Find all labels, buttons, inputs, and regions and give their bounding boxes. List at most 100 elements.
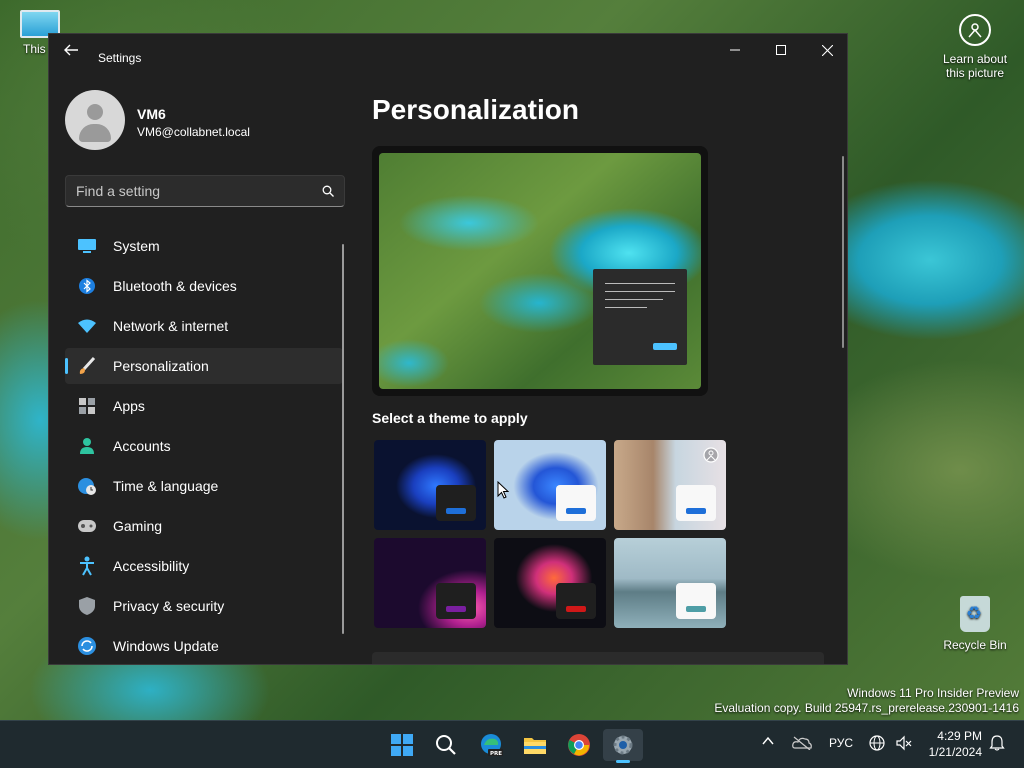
watermark-line-2: Evaluation copy. Build 25947.rs_prerelea… (714, 701, 1019, 715)
theme-windows-light[interactable] (494, 440, 606, 530)
apps-icon (77, 396, 97, 416)
sidebar-item-time-language[interactable]: Time & language (65, 468, 343, 504)
sidebar-item-personalization[interactable]: Personalization (65, 348, 343, 384)
edge-pre-icon: PRE (481, 734, 503, 757)
learn-about-picture-label: Learn about this picture (942, 52, 1008, 80)
back-arrow-icon[interactable] (63, 43, 79, 57)
window-title: Settings (98, 51, 142, 65)
avatar[interactable] (65, 90, 125, 150)
globe-clock-icon (77, 476, 97, 496)
network-globe-icon[interactable] (869, 735, 885, 754)
svg-text:PRE: PRE (490, 751, 502, 757)
theme-flow[interactable] (614, 538, 726, 628)
taskbar-edge-button[interactable]: PRE (471, 729, 511, 761)
sidebar-item-label: Accessibility (113, 558, 190, 574)
bluetooth-icon (77, 276, 97, 296)
theme-section-heading: Select a theme to apply (372, 410, 528, 426)
sidebar-item-gaming[interactable]: Gaming (65, 508, 343, 544)
sidebar-item-network[interactable]: Network & internet (65, 308, 343, 344)
file-explorer-icon (524, 738, 546, 754)
theme-windows-dark[interactable] (374, 440, 486, 530)
preview-mini-window (593, 269, 687, 365)
sidebar-item-apps[interactable]: Apps (65, 388, 343, 424)
sidebar-item-label: Time & language (113, 478, 219, 494)
evaluation-watermark: Windows 11 Pro Insider Preview Evaluatio… (714, 686, 1019, 716)
sidebar-item-accounts[interactable]: Accounts (65, 428, 343, 464)
avatar-body (79, 124, 111, 142)
theme-windows-spotlight[interactable] (614, 440, 726, 530)
theme-chip (676, 583, 716, 619)
sidebar-item-label: Gaming (113, 518, 163, 534)
minimize-button[interactable] (712, 34, 758, 66)
sidebar-item-label: Network & internet (113, 318, 229, 334)
sidebar-scrollbar[interactable] (342, 244, 344, 634)
sidebar-item-label: Apps (113, 398, 145, 414)
recycle-bin-desktop-icon[interactable]: Recycle Bin (940, 596, 1010, 652)
clock-date: 1/21/2024 (928, 745, 982, 759)
settings-icon (613, 735, 633, 755)
theme-grid (374, 440, 730, 628)
wifi-icon (77, 316, 97, 336)
mouse-cursor-icon (497, 481, 509, 499)
volume-muted-icon[interactable] (896, 735, 912, 754)
theme-chip (676, 485, 716, 521)
content-scrollbar[interactable] (842, 156, 844, 348)
taskbar-settings-button[interactable] (603, 729, 643, 763)
taskbar-search-button[interactable] (426, 729, 466, 761)
theme-captured-motion[interactable] (494, 538, 606, 628)
onedrive-offline-icon[interactable] (792, 736, 812, 753)
minimize-icon (730, 49, 740, 51)
sidebar-item-label: Privacy & security (113, 598, 225, 614)
clock-time: 4:29 PM (937, 729, 982, 743)
settings-card-partial[interactable] (372, 652, 824, 664)
sidebar-item-system[interactable]: System (65, 228, 343, 264)
chrome-icon (568, 734, 590, 756)
sidebar-item-privacy-security[interactable]: Privacy & security (65, 588, 343, 624)
search-icon[interactable] (322, 185, 334, 197)
page-title: Personalization (372, 94, 579, 125)
search-icon (436, 735, 456, 755)
sidebar-item-windows-update[interactable]: Windows Update (65, 628, 343, 664)
learn-about-picture-icon[interactable]: Learn about this picture (938, 14, 1012, 80)
wallpaper-preview-image (379, 153, 701, 389)
sidebar-item-label: System (113, 238, 160, 254)
settings-window: Settings VM6 VM6@collabnet.local System … (48, 33, 848, 665)
notification-bell-icon[interactable] (989, 735, 1005, 754)
theme-chip (556, 583, 596, 619)
accessibility-icon (77, 556, 97, 576)
sidebar-item-accessibility[interactable]: Accessibility (65, 548, 343, 584)
taskbar-chrome-button[interactable] (559, 729, 599, 761)
theme-chip (436, 485, 476, 521)
sidebar-item-label: Accounts (113, 438, 171, 454)
taskbar-file-explorer-button[interactable] (515, 729, 555, 761)
monitor-icon (77, 236, 97, 256)
close-icon (821, 44, 833, 56)
gamepad-icon (77, 516, 97, 536)
start-button[interactable] (382, 729, 422, 761)
sidebar-item-label: Bluetooth & devices (113, 278, 237, 294)
recycle-bin-label: Recycle Bin (943, 638, 1007, 652)
spotlight-icon (959, 14, 991, 46)
theme-chip (556, 485, 596, 521)
watermark-line-1: Windows 11 Pro Insider Preview (847, 686, 1019, 700)
shield-icon (77, 596, 97, 616)
theme-glow[interactable] (374, 538, 486, 628)
recycle-bin-icon (960, 596, 990, 632)
taskbar-clock[interactable]: 4:29 PM 1/21/2024 (924, 728, 982, 760)
search-input[interactable] (76, 182, 306, 200)
sidebar-item-label: Personalization (113, 358, 209, 374)
input-language-indicator[interactable]: РУС (829, 736, 853, 750)
close-button[interactable] (804, 34, 847, 66)
user-email: VM6@collabnet.local (137, 125, 250, 139)
taskbar: PRE РУС 4:29 PM 1/21/2024 (0, 720, 1024, 768)
sidebar-item-bluetooth[interactable]: Bluetooth & devices (65, 268, 343, 304)
user-name: VM6 (137, 106, 166, 122)
tray-overflow-chevron-icon[interactable] (762, 735, 774, 750)
maximize-button[interactable] (758, 34, 804, 66)
sidebar-nav: System Bluetooth & devices Network & int… (65, 228, 343, 664)
title-bar[interactable]: Settings (49, 34, 847, 66)
find-setting-search[interactable] (65, 175, 345, 207)
avatar-head (87, 104, 103, 120)
update-icon (77, 636, 97, 656)
spotlight-icon (703, 447, 719, 463)
